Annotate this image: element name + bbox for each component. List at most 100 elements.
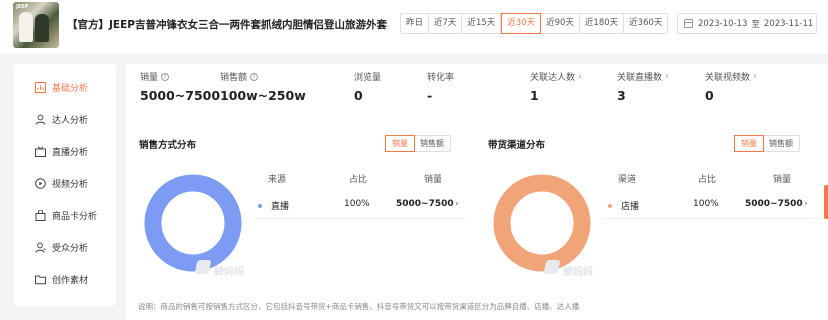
sidebar-item-label: 直播分析 <box>52 147 89 158</box>
sidebar-item-label: 达人分析 <box>52 115 89 126</box>
toggle-amount[interactable]: 销售额 <box>763 136 799 151</box>
sidebar-item-label: 创作素材 <box>52 275 89 286</box>
sales-channel-toggle: 销量 销售额 <box>734 135 800 152</box>
sidebar-item-audience-analysis[interactable]: 受众分析 <box>14 237 116 257</box>
stat-label: 关联直播数 <box>617 73 663 83</box>
table-row-name: 直播 <box>258 199 289 212</box>
stat-value: 1 <box>530 88 539 103</box>
help-icon[interactable]: ? <box>250 72 259 81</box>
toggle-volume[interactable]: 销量 <box>385 135 415 152</box>
range-7d[interactable]: 近7天 <box>429 14 463 33</box>
col-header-share: 占比 <box>349 175 368 185</box>
stat-sales-amount: 销售额? 100w~250w <box>220 70 306 103</box>
chevron-right-icon: › <box>665 71 669 82</box>
col-header-source: 来源 <box>268 175 287 185</box>
watermark: 蝉妈妈 <box>214 267 244 278</box>
stat-sales-volume: 销量? 5000~7500 <box>140 70 220 103</box>
table-row-sales: 5000~7500 <box>396 199 454 209</box>
chevron-right-icon: › <box>753 71 757 82</box>
range-yesterday[interactable]: 昨日 <box>401 14 430 33</box>
range-360d[interactable]: 近360天 <box>624 14 667 33</box>
sidebar-item-creative-material[interactable]: 创作素材 <box>14 269 116 289</box>
thumbnail-logo: JEEP <box>16 4 29 10</box>
col-header-sales: 销量 <box>773 175 792 185</box>
date-end: 2023-11-11 <box>763 18 814 29</box>
main-panel: 销量? 5000~7500 销售额? 100w~250w 浏览量 0 转化率 -… <box>126 64 828 320</box>
stat-value: 0 <box>705 88 714 103</box>
donut-segment-store-live <box>493 174 591 272</box>
stat-value: 5000~7500 <box>140 88 221 103</box>
stat-conversion-rate: 转化率 - <box>427 70 454 103</box>
legend-dot <box>258 203 262 208</box>
date-separator: 至 <box>751 19 760 30</box>
date-range-tabs: 昨日 近7天 近15天 近30天 近90天 近180天 近360天 <box>400 13 669 34</box>
stat-linked-influencers[interactable]: 关联达人数 › 1 <box>530 70 582 104</box>
col-header-share: 占比 <box>698 175 717 185</box>
sidebar-item-video-analysis[interactable]: 视频分析 <box>14 173 116 193</box>
toggle-volume[interactable]: 销量 <box>734 135 764 152</box>
play-circle-icon <box>33 176 47 190</box>
row-divider <box>254 218 466 219</box>
col-header-channel: 渠道 <box>618 175 637 185</box>
range-180d[interactable]: 近180天 <box>580 14 625 33</box>
shopping-bag-icon <box>33 208 47 222</box>
stat-label: 转化率 <box>427 73 455 83</box>
sales-channel-donut <box>493 174 591 272</box>
sidebar-item-label: 商品卡分析 <box>52 211 98 222</box>
product-title: 【官方】JEEP吉普冲锋衣女三合一两件套抓绒内胆情侣登山旅游外套 <box>67 19 387 31</box>
stat-linked-videos[interactable]: 关联视频数 › 0 <box>705 70 757 104</box>
section-title-sales-method: 销售方式分布 <box>139 140 197 151</box>
stat-value: 100w~250w <box>220 88 306 103</box>
donut-segment-live <box>144 174 242 272</box>
product-thumbnail[interactable]: JEEP <box>13 2 59 48</box>
sidebar-item-influencer-analysis[interactable]: 达人分析 <box>14 109 116 129</box>
folder-icon <box>33 272 47 286</box>
col-header-sales: 销量 <box>424 175 443 185</box>
table-row-share: 100% <box>693 199 719 209</box>
stat-label: 销售额 <box>220 73 248 83</box>
sidebar-item-label: 视频分析 <box>52 179 89 190</box>
stat-label: 关联视频数 <box>705 73 751 83</box>
range-90d[interactable]: 近90天 <box>541 14 580 33</box>
date-start: 2023-10-13 <box>698 18 748 29</box>
row-divider <box>603 218 815 219</box>
date-picker[interactable]: 2023-10-13 至 2023-11-11 <box>677 13 817 34</box>
stat-linked-lives[interactable]: 关联直播数 › 3 <box>617 70 669 104</box>
calendar-icon <box>684 19 693 28</box>
stat-value: 3 <box>617 88 626 103</box>
help-icon[interactable]: ? <box>161 72 170 81</box>
sidebar: 基础分析 达人分析 直播分析 视频分析 商品卡分析 受众分析 创作素材 <box>14 64 116 306</box>
row-expand-chevron-icon[interactable]: › <box>455 199 459 209</box>
range-30d[interactable]: 近30天 <box>501 13 542 34</box>
audience-icon <box>33 240 47 254</box>
table-row-name: 店播 <box>608 199 639 212</box>
stat-label: 销量 <box>140 73 159 83</box>
toggle-amount[interactable]: 销售额 <box>414 136 450 151</box>
table-row-share: 100% <box>344 199 370 209</box>
sidebar-item-live-analysis[interactable]: 直播分析 <box>14 141 116 161</box>
stat-label: 浏览量 <box>354 73 382 83</box>
sidebar-item-label: 基础分析 <box>52 83 89 94</box>
sidebar-item-product-card-analysis[interactable]: 商品卡分析 <box>14 205 116 225</box>
sales-method-donut <box>144 174 242 272</box>
watermark: 蝉妈妈 <box>563 267 593 278</box>
sales-method-toggle: 销量 销售额 <box>385 135 451 152</box>
user-icon <box>33 112 47 126</box>
product-header: JEEP 【官方】JEEP吉普冲锋衣女三合一两件套抓绒内胆情侣登山旅游外套 昨日… <box>0 0 828 54</box>
section-title-sales-channel: 带货渠道分布 <box>488 140 546 151</box>
side-float-handle[interactable] <box>824 185 828 219</box>
chevron-right-icon: › <box>578 71 582 82</box>
tv-icon <box>33 144 47 158</box>
legend-dot <box>608 203 612 208</box>
sidebar-item-label: 受众分析 <box>52 243 89 254</box>
range-15d[interactable]: 近15天 <box>462 14 502 33</box>
explanation-note: 说明：商品的销售可按销售方式区分，它包括抖音号带货+商品卡销售。抖音号带货又可以… <box>138 302 580 311</box>
stat-value: - <box>427 88 433 103</box>
stat-label: 关联达人数 <box>530 73 576 83</box>
stat-value: 0 <box>354 88 363 103</box>
sidebar-item-basic-analysis[interactable]: 基础分析 <box>14 77 116 97</box>
chart-doc-icon <box>33 80 47 94</box>
row-expand-chevron-icon[interactable]: › <box>804 199 808 209</box>
stat-page-views: 浏览量 0 <box>354 70 381 103</box>
table-row-sales: 5000~7500 <box>745 199 803 209</box>
